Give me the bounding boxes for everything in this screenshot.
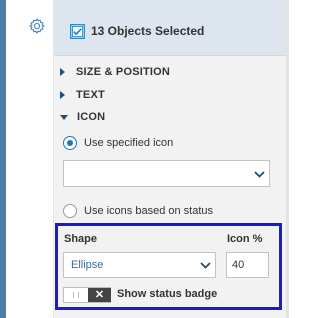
caret-right-icon bbox=[60, 91, 65, 99]
icon-percent-value: 40 bbox=[232, 259, 245, 271]
status-badge-label: Show status badge bbox=[117, 288, 218, 300]
icon-percent-label: Icon % bbox=[227, 233, 263, 245]
caret-down-icon bbox=[60, 114, 68, 120]
toggle-x-icon: ✕ bbox=[88, 288, 111, 302]
radio-button[interactable] bbox=[63, 204, 77, 218]
section-label: ICON bbox=[77, 111, 106, 123]
shape-select[interactable]: Ellipse bbox=[63, 252, 216, 278]
selection-header: 13 Objects Selected bbox=[54, 0, 286, 56]
icon-percent-input[interactable]: 40 bbox=[226, 252, 269, 278]
radio-button-selected[interactable] bbox=[63, 136, 77, 150]
shape-label: Shape bbox=[64, 233, 98, 245]
shape-select-value: Ellipse bbox=[71, 259, 104, 271]
caret-right-icon bbox=[60, 68, 65, 76]
tool-rail bbox=[6, 0, 54, 318]
section-label: TEXT bbox=[76, 89, 105, 101]
section-label: SIZE & POSITION bbox=[76, 66, 171, 78]
radio-use-specified-icon[interactable]: Use specified icon bbox=[63, 134, 173, 152]
radio-use-status-icons[interactable]: Use icons based on status bbox=[63, 202, 213, 220]
toggle-off-handle bbox=[64, 288, 88, 302]
gear-icon[interactable] bbox=[28, 17, 46, 35]
chevron-down-icon bbox=[200, 262, 211, 269]
radio-label: Use icons based on status bbox=[84, 205, 214, 217]
panel-scrollbar[interactable] bbox=[286, 0, 289, 318]
icon-select[interactable] bbox=[63, 160, 270, 187]
radio-label: Use specified icon bbox=[84, 137, 174, 149]
shape-settings-group: Shape Icon % Ellipse 40 ✕ Show status ba… bbox=[55, 223, 282, 310]
section-size-position[interactable]: SIZE & POSITION bbox=[60, 63, 170, 81]
grip-icon bbox=[73, 292, 79, 298]
section-text[interactable]: TEXT bbox=[60, 86, 105, 104]
selection-title: 13 Objects Selected bbox=[91, 24, 205, 38]
status-badge-toggle[interactable]: ✕ bbox=[63, 287, 111, 303]
properties-panel: 13 Objects Selected SIZE & POSITION TEXT… bbox=[54, 0, 289, 318]
chevron-down-icon bbox=[254, 171, 265, 178]
checkbox-icon bbox=[70, 24, 85, 39]
section-icon[interactable]: ICON bbox=[60, 108, 105, 126]
